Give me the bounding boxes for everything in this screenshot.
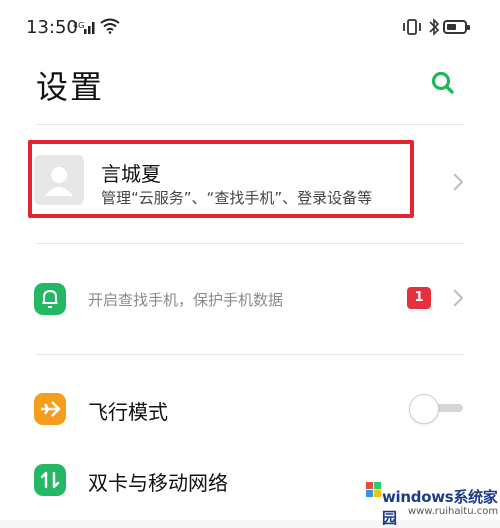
notification-badge: 1 xyxy=(407,287,431,309)
battery-icon xyxy=(443,20,470,34)
watermark-url: www.ruihaitu.com xyxy=(408,506,499,517)
highlight-box xyxy=(28,140,414,218)
battery-level xyxy=(447,24,456,30)
chevron-right-icon xyxy=(452,172,464,192)
data-transfer-icon xyxy=(40,471,60,489)
airplane-mode-label: 飞行模式 xyxy=(88,400,168,424)
status-bar: 13:50 4G xyxy=(0,0,500,60)
settings-screen: 13:50 4G 设置 言城夏 管理“云服务”、“查找手机”、登录设备等 开启查… xyxy=(0,0,500,527)
airplane-icon xyxy=(41,401,61,417)
airplane-icon-bg xyxy=(34,393,66,425)
dual-sim-icon-bg xyxy=(34,464,66,496)
search-icon xyxy=(431,71,454,94)
dual-sim-label: 双卡与移动网络 xyxy=(88,471,228,495)
bell-icon xyxy=(42,289,58,308)
bluetooth-icon xyxy=(428,17,440,41)
search-button[interactable] xyxy=(428,68,458,98)
signal-icon: 4G xyxy=(73,19,97,39)
page-title: 设置 xyxy=(36,68,105,106)
status-time: 13:50 xyxy=(26,17,78,38)
header-divider xyxy=(36,124,464,125)
vibrate-icon xyxy=(401,18,423,40)
wifi-icon xyxy=(100,18,120,38)
svg-text:4G: 4G xyxy=(73,21,84,30)
account-divider xyxy=(36,243,464,244)
find-phone-divider xyxy=(36,354,464,355)
windows-logo-icon xyxy=(366,482,382,502)
chevron-right-icon xyxy=(452,288,464,308)
find-phone-icon-bg xyxy=(34,283,66,315)
airplane-toggle-knob[interactable] xyxy=(409,394,439,424)
find-phone-text: 开启查找手机，保护手机数据 xyxy=(88,291,284,309)
